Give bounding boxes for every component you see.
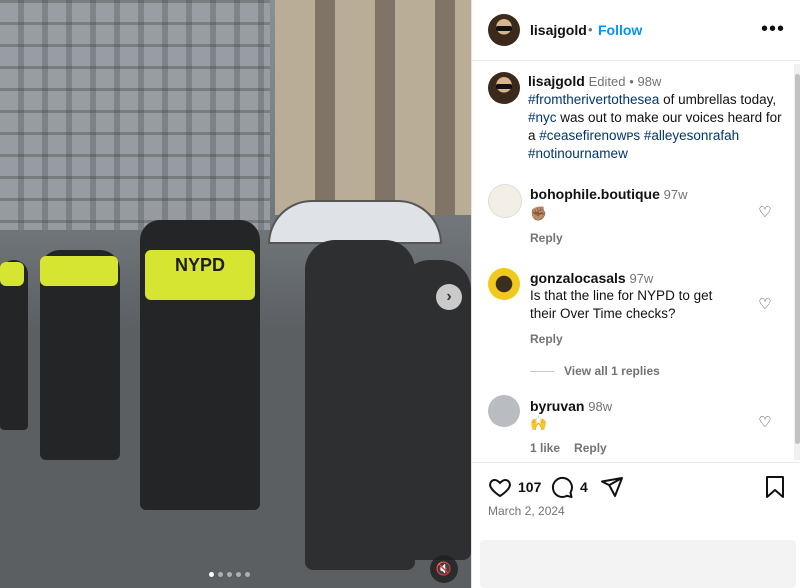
author-avatar[interactable] (488, 14, 520, 46)
mute-button[interactable]: 🔇 (430, 555, 458, 583)
comment-text: Is that the line for NYPD to get their O… (530, 288, 713, 321)
comment-username[interactable]: gonzalocasals (530, 270, 626, 286)
officer-vest-far-left (0, 262, 24, 286)
commenter-avatar[interactable] (488, 184, 522, 218)
carousel-dots (209, 572, 250, 577)
comment-username[interactable]: byruvan (530, 398, 584, 414)
comment-time: 98w (588, 399, 613, 414)
comment-bubble-icon[interactable] (550, 475, 574, 499)
reply-button[interactable]: Reply (530, 332, 563, 346)
more-options-icon[interactable]: ••• (761, 18, 785, 41)
comment-username[interactable]: bohophile.boutique (530, 186, 660, 202)
replies-divider (530, 370, 554, 372)
like-comment-icon[interactable]: ♡ (757, 415, 773, 431)
carousel-dot (218, 572, 223, 577)
follow-button[interactable]: Follow (598, 22, 642, 38)
caption-separator: • (629, 74, 634, 89)
comments-list: lisajgold Edited • 98w #fromtherivertoth… (472, 60, 800, 460)
carousel-next-button[interactable]: › (436, 284, 462, 310)
carousel-dot (245, 572, 250, 577)
hashtag-link[interactable]: #alleyesonrafah (644, 128, 739, 143)
likes-count[interactable]: 107 (518, 479, 541, 495)
save-bookmark-icon[interactable] (764, 475, 786, 499)
comment-likes[interactable]: 1 like (530, 441, 560, 455)
reply-button[interactable]: Reply (530, 231, 563, 245)
carousel-dot (209, 572, 214, 577)
umbrella (268, 200, 442, 244)
commenter-avatar[interactable] (488, 268, 520, 300)
like-heart-icon[interactable] (488, 475, 512, 499)
caption-time: 98w (637, 74, 662, 89)
carousel-dot (236, 572, 241, 577)
comment-text: ✊🏽 (530, 206, 547, 221)
hashtag-link[interactable]: #notinournamew (528, 146, 628, 161)
comment-text: 🙌 (530, 416, 547, 431)
share-paper-plane-icon[interactable] (600, 475, 624, 499)
add-comment-area[interactable] (480, 540, 796, 588)
officer-vest-left (40, 256, 118, 286)
caption: lisajgold Edited • 98w #fromtherivertoth… (528, 72, 786, 163)
caption-fragment: of umbrellas today, (659, 92, 777, 107)
post-actions: 107 4 (472, 462, 800, 529)
commenter-avatar[interactable] (488, 395, 520, 427)
carousel-dot (227, 572, 232, 577)
like-comment-icon[interactable]: ♡ (757, 205, 773, 221)
post-date: March 2, 2024 (488, 504, 565, 518)
building-right (275, 0, 471, 215)
hashtag-link[interactable]: #nyc (528, 110, 557, 125)
post-media[interactable]: NYPD › 🔇 (0, 0, 471, 588)
post-side-panel: lisajgold • Follow ••• lisajgold Edited … (471, 0, 800, 588)
view-replies-label[interactable]: View all 1 replies (564, 364, 660, 378)
caption-text: #fromtherivertothesea of umbrellas today… (528, 92, 782, 161)
rider-right (400, 260, 471, 560)
caption-edited: Edited (588, 74, 626, 89)
caption-username[interactable]: lisajgold (528, 73, 585, 89)
hashtag-link[interactable]: #fromtherivertothesea (528, 92, 659, 107)
author-username[interactable]: lisajgold (530, 22, 587, 38)
caption-avatar[interactable] (488, 72, 520, 104)
rider-backpack (305, 240, 415, 570)
building-left (0, 0, 270, 230)
comment-time: 97w (629, 271, 654, 286)
view-replies[interactable]: View all 1 replies (530, 364, 660, 378)
post-header: lisajgold • Follow ••• (472, 0, 800, 61)
officer-vest-center: NYPD (145, 250, 255, 300)
hashtag-link[interactable]: #ceasefirenowᴘs (539, 128, 640, 143)
comment-time: 97w (663, 187, 688, 202)
header-separator: • (588, 22, 593, 37)
like-comment-icon[interactable]: ♡ (757, 297, 773, 313)
reply-button[interactable]: Reply (574, 441, 607, 455)
vest-label: NYPD (174, 255, 225, 275)
speaker-muted-icon: 🔇 (435, 561, 453, 576)
comments-count[interactable]: 4 (580, 479, 588, 495)
